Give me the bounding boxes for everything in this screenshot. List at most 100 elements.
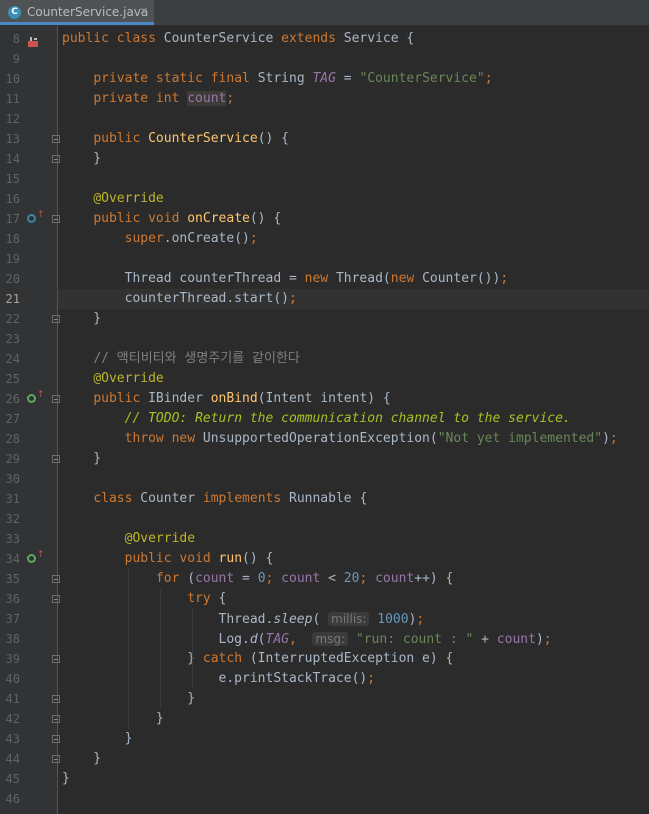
code-token: (InterruptedException e) { [249, 651, 454, 666]
fold-toggle-icon[interactable] [52, 135, 60, 143]
line-number[interactable]: 31 [0, 489, 20, 509]
code-line[interactable]: } [58, 769, 649, 789]
code-line[interactable]: e.printStackTrace(); [58, 669, 649, 689]
line-number[interactable]: 38 [0, 629, 20, 649]
code-line[interactable]: } [58, 729, 649, 749]
code-line[interactable]: @Override [58, 189, 649, 209]
code-line[interactable]: public void run() { [58, 549, 649, 569]
line-number[interactable]: 43 [0, 729, 20, 749]
code-line[interactable]: } [58, 709, 649, 729]
code-line[interactable]: private int count; [58, 89, 649, 109]
code-line[interactable]: Thread.sleep( millis: 1000); [58, 609, 649, 629]
line-number[interactable]: 46 [0, 789, 20, 809]
line-number[interactable]: 19 [0, 249, 20, 269]
fold-toggle-icon[interactable] [52, 395, 60, 403]
fold-toggle-icon[interactable] [52, 695, 60, 703]
fold-toggle-icon[interactable] [52, 735, 60, 743]
close-tab-icon[interactable]: × [139, 4, 148, 17]
override-method-icon[interactable] [27, 394, 36, 403]
line-number[interactable]: 42 [0, 709, 20, 729]
line-number[interactable]: 34 [0, 549, 20, 569]
code-line[interactable]: public class CounterService extends Serv… [58, 29, 649, 49]
line-number[interactable]: 13 [0, 129, 20, 149]
code-line[interactable] [58, 469, 649, 489]
line-number[interactable]: 9 [0, 49, 20, 69]
line-number[interactable]: 36 [0, 589, 20, 609]
code-line[interactable]: } [58, 689, 649, 709]
fold-toggle-icon[interactable] [52, 655, 60, 663]
code-line[interactable]: } [58, 309, 649, 329]
fold-toggle-icon[interactable] [52, 215, 60, 223]
code-line[interactable] [58, 49, 649, 69]
code-line[interactable]: @Override [58, 529, 649, 549]
line-number[interactable]: 40 [0, 669, 20, 689]
line-number[interactable]: 24 [0, 349, 20, 369]
line-number[interactable]: 28 [0, 429, 20, 449]
code-line[interactable] [58, 169, 649, 189]
android-component-icon[interactable] [27, 33, 39, 47]
line-number[interactable]: 26 [0, 389, 20, 409]
fold-toggle-icon[interactable] [52, 455, 60, 463]
line-number[interactable]: 20 [0, 269, 20, 289]
code-line[interactable]: Thread counterThread = new Thread(new Co… [58, 269, 649, 289]
code-line[interactable]: @Override [58, 369, 649, 389]
fold-toggle-icon[interactable] [52, 755, 60, 763]
code-line[interactable]: counterThread.start(); [58, 289, 649, 309]
line-number[interactable]: 41 [0, 689, 20, 709]
line-number[interactable]: 21 [0, 289, 20, 309]
code-line[interactable]: public void onCreate() { [58, 209, 649, 229]
code-line[interactable]: try { [58, 589, 649, 609]
code-line[interactable]: super.onCreate(); [58, 229, 649, 249]
line-number[interactable]: 14 [0, 149, 20, 169]
line-number[interactable]: 18 [0, 229, 20, 249]
code-line[interactable]: } [58, 149, 649, 169]
code-line[interactable]: for (count = 0; count < 20; count++) { [58, 569, 649, 589]
code-line[interactable]: class Counter implements Runnable { [58, 489, 649, 509]
code-line[interactable] [58, 509, 649, 529]
code-editor[interactable]: public class CounterService extends Serv… [58, 26, 649, 814]
override-method-icon[interactable] [27, 214, 36, 223]
code-line[interactable]: } [58, 449, 649, 469]
line-number[interactable]: 22 [0, 309, 20, 329]
fold-toggle-icon[interactable] [52, 315, 60, 323]
fold-toggle-icon[interactable] [52, 155, 60, 163]
code-line[interactable]: } catch (InterruptedException e) { [58, 649, 649, 669]
line-number[interactable]: 15 [0, 169, 20, 189]
code-line[interactable] [58, 249, 649, 269]
line-number[interactable]: 25 [0, 369, 20, 389]
line-number[interactable]: 27 [0, 409, 20, 429]
code-line[interactable]: public CounterService() { [58, 129, 649, 149]
line-number[interactable]: 12 [0, 109, 20, 129]
code-token: Thread counterThread = [62, 271, 305, 286]
code-line[interactable]: Log.d(TAG, msg: "run: count : " + count)… [58, 629, 649, 649]
code-line[interactable]: } [58, 749, 649, 769]
code-line[interactable]: private static final String TAG = "Count… [58, 69, 649, 89]
override-method-icon[interactable] [27, 554, 36, 563]
line-number[interactable]: 23 [0, 329, 20, 349]
line-number[interactable]: 29 [0, 449, 20, 469]
code-line[interactable]: // TODO: Return the communication channe… [58, 409, 649, 429]
line-number[interactable]: 8 [0, 29, 20, 49]
code-line[interactable]: public IBinder onBind(Intent intent) { [58, 389, 649, 409]
line-number[interactable]: 33 [0, 529, 20, 549]
fold-toggle-icon[interactable] [52, 575, 60, 583]
fold-toggle-icon[interactable] [52, 715, 60, 723]
line-number[interactable]: 10 [0, 69, 20, 89]
code-line[interactable] [58, 109, 649, 129]
line-number[interactable]: 32 [0, 509, 20, 529]
code-line[interactable]: throw new UnsupportedOperationException(… [58, 429, 649, 449]
code-line[interactable] [58, 329, 649, 349]
line-number[interactable]: 39 [0, 649, 20, 669]
fold-toggle-icon[interactable] [52, 595, 60, 603]
tab-counterservice-java[interactable]: C CounterService.java × [0, 0, 154, 25]
line-number[interactable]: 16 [0, 189, 20, 209]
line-number[interactable]: 17 [0, 209, 20, 229]
line-number[interactable]: 44 [0, 749, 20, 769]
line-number[interactable]: 37 [0, 609, 20, 629]
code-line[interactable]: // 액티비티와 생명주기를 같이한다 [58, 349, 649, 369]
line-number[interactable]: 45 [0, 769, 20, 789]
line-number[interactable]: 11 [0, 89, 20, 109]
code-line[interactable] [58, 789, 649, 809]
line-number[interactable]: 35 [0, 569, 20, 589]
line-number[interactable]: 30 [0, 469, 20, 489]
